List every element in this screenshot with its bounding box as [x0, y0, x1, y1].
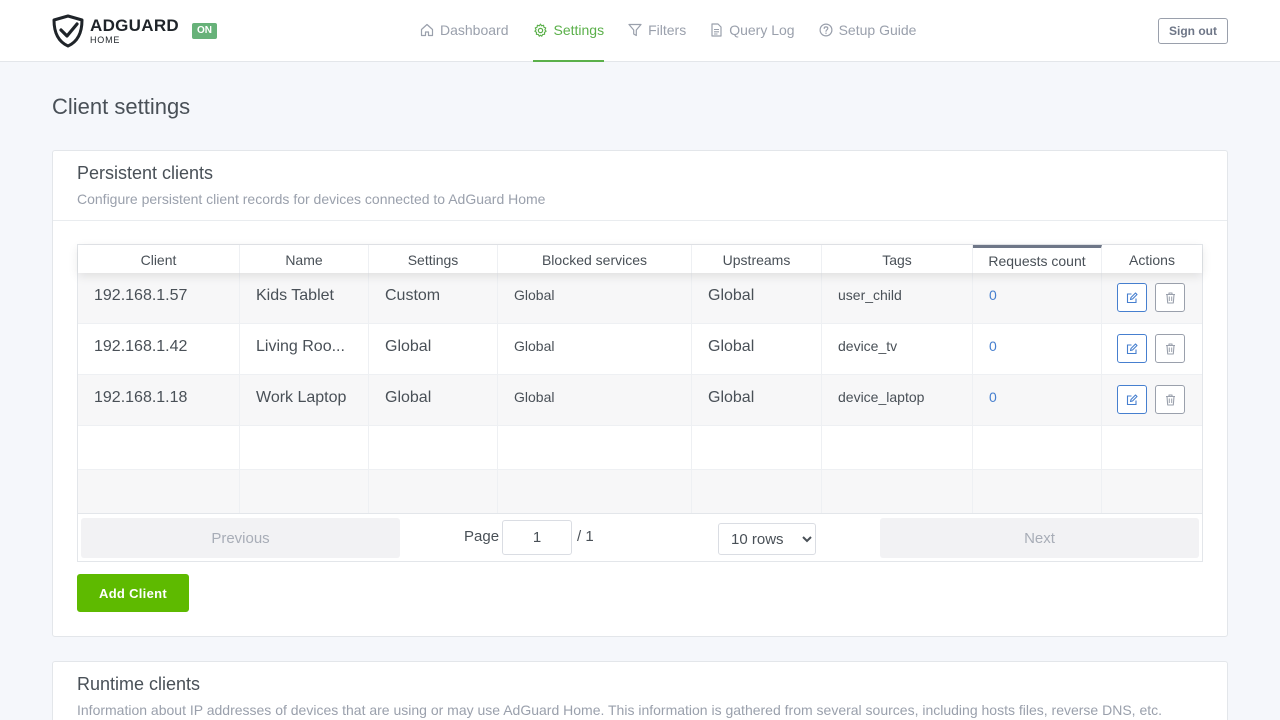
- nav-filters[interactable]: Filters: [628, 0, 686, 62]
- empty-row: [78, 426, 1202, 470]
- brand-sub: HOME: [90, 35, 121, 45]
- gear-icon: [533, 23, 547, 37]
- cell-name: Living Roo...: [240, 324, 369, 374]
- cell-name: Kids Tablet: [240, 273, 369, 323]
- document-icon: [711, 23, 722, 37]
- persistent-clients-card: Persistent clients Configure persistent …: [52, 150, 1228, 637]
- column-header-settings[interactable]: Settings: [369, 245, 498, 273]
- edit-icon: [1126, 342, 1138, 354]
- next-page-button[interactable]: Next: [880, 518, 1199, 558]
- card-subtitle: Information about IP addresses of device…: [77, 702, 1163, 718]
- nav-settings[interactable]: Settings: [532, 0, 605, 62]
- cell-requests-count[interactable]: 0: [973, 375, 1102, 425]
- cell-client: 192.168.1.57: [78, 273, 240, 323]
- table-row: 192.168.1.57 Kids Tablet Custom Global G…: [78, 273, 1202, 324]
- cell-tags: device_tv: [822, 324, 973, 374]
- adguard-shield-icon: [52, 14, 84, 48]
- cell-settings: Global: [369, 324, 498, 374]
- delete-client-button[interactable]: [1155, 283, 1185, 312]
- filter-icon: [628, 23, 642, 37]
- edit-client-button[interactable]: [1117, 283, 1147, 312]
- cell-client: 192.168.1.18: [78, 375, 240, 425]
- cell-settings: Global: [369, 375, 498, 425]
- cell-client: 192.168.1.42: [78, 324, 240, 374]
- cell-actions: [1102, 375, 1202, 425]
- cell-upstreams: Global: [692, 273, 822, 323]
- add-client-button[interactable]: Add Client: [77, 574, 189, 612]
- runtime-clients-card: Runtime clients Information about IP add…: [52, 661, 1228, 720]
- card-header: Persistent clients Configure persistent …: [53, 151, 1227, 221]
- trash-icon: [1165, 291, 1175, 304]
- home-icon: [420, 23, 434, 37]
- edit-client-button[interactable]: [1117, 334, 1147, 363]
- column-header-name[interactable]: Name: [240, 245, 369, 273]
- column-header-requests-count[interactable]: Requests count: [973, 245, 1102, 273]
- column-header-upstreams[interactable]: Upstreams: [692, 245, 822, 273]
- cell-upstreams: Global: [692, 324, 822, 374]
- page-label: Page: [464, 528, 500, 545]
- cell-actions: [1102, 273, 1202, 323]
- edit-client-button[interactable]: [1117, 385, 1147, 414]
- column-header-blocked-services[interactable]: Blocked services: [498, 245, 692, 273]
- trash-icon: [1165, 342, 1175, 355]
- logo[interactable]: ADGUARD HOME: [52, 14, 179, 48]
- cell-blocked-services: Global: [498, 324, 692, 374]
- protection-status-badge: ON: [192, 23, 217, 39]
- nav-query-log[interactable]: Query Log: [710, 0, 795, 62]
- table-row: 192.168.1.42 Living Roo... Global Global…: [78, 324, 1202, 375]
- table-row: 192.168.1.18 Work Laptop Global Global G…: [78, 375, 1202, 426]
- help-circle-icon: [819, 23, 833, 37]
- cell-blocked-services: Global: [498, 273, 692, 323]
- cell-settings: Custom: [369, 273, 498, 323]
- main-nav: Dashboard Settings Filters Query Log Set…: [420, 0, 940, 62]
- delete-client-button[interactable]: [1155, 334, 1185, 363]
- edit-icon: [1126, 291, 1138, 303]
- page-total: / 1: [577, 528, 594, 545]
- brand-name: ADGUARD: [90, 16, 179, 35]
- rows-per-page-select[interactable]: 10 rows: [718, 523, 816, 555]
- pagination: Previous Page / 1 10 rows Next: [78, 513, 1202, 561]
- table-header: Client Name Settings Blocked services Up…: [78, 245, 1202, 273]
- nav-setup-guide[interactable]: Setup Guide: [819, 0, 916, 62]
- card-header: Runtime clients Information about IP add…: [53, 662, 1227, 720]
- card-title: Runtime clients: [77, 674, 201, 694]
- column-header-actions: Actions: [1129, 252, 1175, 268]
- column-header-client[interactable]: Client: [78, 245, 240, 273]
- cell-requests-count[interactable]: 0: [973, 324, 1102, 374]
- delete-client-button[interactable]: [1155, 385, 1185, 414]
- nav-dashboard[interactable]: Dashboard: [420, 0, 509, 62]
- page-title: Client settings: [52, 94, 191, 119]
- card-title: Persistent clients: [77, 163, 214, 183]
- cell-upstreams: Global: [692, 375, 822, 425]
- sign-out-button[interactable]: Sign out: [1158, 18, 1228, 44]
- cell-requests-count[interactable]: 0: [973, 273, 1102, 323]
- page-number-input[interactable]: [502, 520, 572, 555]
- cell-actions: [1102, 324, 1202, 374]
- top-header: ADGUARD HOME ON Dashboard Settings Filte…: [0, 0, 1280, 62]
- cell-tags: user_child: [822, 273, 973, 323]
- column-header-tags[interactable]: Tags: [822, 245, 973, 273]
- edit-icon: [1126, 393, 1138, 405]
- empty-row: [78, 470, 1202, 513]
- cell-name: Work Laptop: [240, 375, 369, 425]
- card-subtitle: Configure persistent client records for …: [77, 191, 546, 207]
- cell-tags: device_laptop: [822, 375, 973, 425]
- previous-page-button[interactable]: Previous: [81, 518, 400, 558]
- clients-table: Client Name Settings Blocked services Up…: [77, 244, 1203, 562]
- trash-icon: [1165, 393, 1175, 406]
- cell-blocked-services: Global: [498, 375, 692, 425]
